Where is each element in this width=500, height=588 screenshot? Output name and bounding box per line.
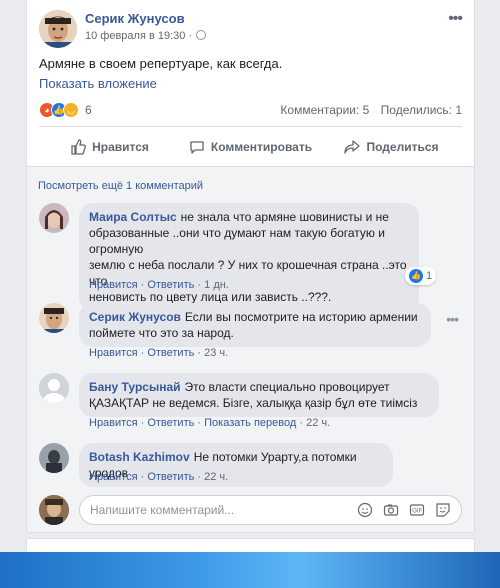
comment-bubble: Серик Жунусов Если вы посмотрите на истор…: [79, 303, 431, 347]
show-attachment-link[interactable]: Показать вложение: [39, 76, 157, 91]
sticker-icon[interactable]: [435, 502, 451, 518]
comment-item: Маира Солтыс не знала что армяне шовинист…: [39, 203, 462, 311]
thumbs-up-icon: [71, 139, 87, 155]
comment-item: Botash Kazhimov Не потомки Урарту,а потом…: [39, 443, 462, 487]
divider: [39, 126, 462, 127]
comment-time[interactable]: 22 ч.: [204, 471, 228, 483]
reaction-count[interactable]: 6: [85, 103, 92, 117]
comment-reply-link[interactable]: Ответить: [147, 471, 194, 483]
comment-composer: Напишите комментарий... GIF: [39, 495, 462, 527]
comment-like-link[interactable]: Нравится: [89, 347, 138, 359]
comments-section: Посмотреть ещё 1 комментарий Маира Солты…: [27, 166, 474, 532]
more-icon[interactable]: •••: [448, 10, 463, 28]
comment-button[interactable]: Комментировать: [180, 132, 321, 162]
emoji-icon[interactable]: [357, 502, 373, 518]
comment-text-line: образованные ..они что думают нам такую …: [89, 226, 385, 256]
comment-text-line: Если вы посмотрите на историю армении: [184, 310, 418, 324]
comment-text-line: не знала что армяне шовинисты и не: [180, 210, 389, 224]
comment-item: Бану Турсынай Это власти специально прово…: [39, 373, 462, 433]
comment-text-line: Это власти специально провоцирует: [184, 380, 390, 394]
commenter-avatar[interactable]: [39, 373, 69, 403]
shares-count[interactable]: Поделились: 1: [381, 103, 462, 117]
post-timestamp[interactable]: 10 февраля в 19:30 ·: [85, 30, 207, 42]
comment-item: Серик Жунусов Если вы посмотрите на истор…: [39, 303, 462, 363]
comment-like-link[interactable]: Нравится: [89, 417, 138, 429]
comment-text-line: ҚАЗАҚТАР не ведемся. Бізге, халыққа қазі…: [89, 396, 418, 410]
comment-icon: [190, 141, 204, 154]
show-translation-link[interactable]: Показать перевод: [204, 417, 296, 429]
comments-count[interactable]: Комментарии: 5: [280, 103, 369, 117]
comment-like-count: 1: [426, 270, 433, 282]
view-more-comments-link[interactable]: Посмотреть ещё 1 комментарий: [38, 180, 203, 192]
comment-like-link[interactable]: Нравится: [89, 471, 138, 483]
comment-input[interactable]: Напишите комментарий... GIF: [79, 495, 462, 525]
comment-like-link[interactable]: Нравится: [89, 279, 138, 291]
reactions-summary[interactable]: ◕ 👍 ◡ 6: [39, 101, 92, 119]
comment-meta: Нравится · Ответить · 22 ч.: [89, 471, 229, 483]
comment-reply-link[interactable]: Ответить: [147, 347, 194, 359]
share-button[interactable]: Поделиться: [321, 132, 462, 162]
comment-input-placeholder[interactable]: Напишите комментарий...: [90, 503, 357, 517]
comment-time[interactable]: 1 дн.: [204, 279, 229, 291]
comment-time[interactable]: 23 ч.: [204, 347, 228, 359]
post-time-text[interactable]: 10 февраля в 19:30 ·: [85, 30, 192, 42]
commenter-name[interactable]: Маира Солтыс: [89, 210, 177, 224]
commenter-avatar[interactable]: [39, 203, 69, 233]
commenter-name[interactable]: Бану Турсынай: [89, 380, 181, 394]
comment-meta: Нравится · Ответить · Показать перевод ·…: [89, 417, 331, 429]
comment-text-line: поймете что это за народ.: [89, 326, 234, 340]
comment-meta: Нравится · Ответить · 1 дн.: [89, 279, 229, 291]
comment-reply-link[interactable]: Ответить: [147, 279, 194, 291]
comment-text-line: неновисть по цвету лица или зависть ..??…: [89, 290, 332, 304]
comment-meta: Нравится · Ответить · 23 ч.: [89, 347, 229, 359]
commenter-name[interactable]: Серик Жунусов: [89, 310, 181, 324]
post-header: Серик Жунусов 10 февраля в 19:30 · •••: [39, 10, 463, 50]
like-label: Нравится: [92, 140, 149, 154]
post-counts: Комментарии: 5 Поделились: 1: [272, 103, 462, 117]
author-name[interactable]: Серик Жунусов: [85, 11, 185, 26]
comment-options-icon[interactable]: •••: [446, 311, 459, 327]
share-icon: [344, 140, 361, 154]
share-label: Поделиться: [366, 140, 439, 154]
post-card: Серик Жунусов 10 февраля в 19:30 · ••• А…: [26, 0, 475, 533]
comment-bubble: Маира Солтыс не знала что армяне шовинист…: [79, 203, 419, 311]
post-actions: Нравится Комментировать Поделиться: [39, 132, 462, 162]
commenter-avatar[interactable]: [39, 303, 69, 333]
composer-icons: GIF: [357, 502, 451, 518]
desktop-taskbar: [0, 552, 500, 588]
comment-like-badge[interactable]: 👍 1: [405, 267, 437, 285]
post-text: Армяне в своем репертуаре, как всегда.: [39, 56, 283, 71]
camera-icon[interactable]: [383, 502, 399, 518]
comment-reply-link[interactable]: Ответить: [147, 417, 194, 429]
commenter-avatar[interactable]: [39, 443, 69, 473]
like-reaction-icon: 👍: [409, 269, 423, 283]
commenter-name[interactable]: Botash Kazhimov: [89, 450, 190, 464]
svg-text:GIF: GIF: [412, 509, 422, 515]
author-avatar[interactable]: [39, 10, 77, 48]
comment-time[interactable]: 22 ч.: [306, 417, 330, 429]
my-avatar[interactable]: [39, 495, 69, 525]
like-button[interactable]: Нравится: [39, 132, 180, 162]
comment-label: Комментировать: [210, 140, 313, 154]
globe-icon: [196, 30, 207, 40]
gif-icon[interactable]: GIF: [409, 502, 425, 518]
haha-reaction-icon: ◡: [63, 102, 79, 118]
comment-bubble: Бану Турсынай Это власти специально прово…: [79, 373, 439, 417]
